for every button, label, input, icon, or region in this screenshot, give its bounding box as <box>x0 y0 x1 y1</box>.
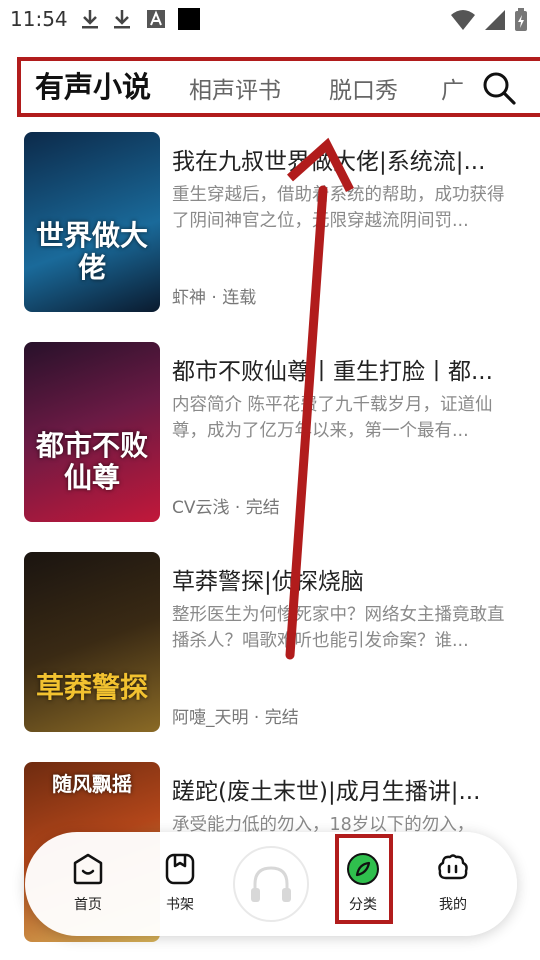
book-item[interactable]: 都市不败仙尊 都市不败仙尊丨重生打脸丨都... 内容简介 陈平花费了九千载岁月，… <box>0 330 540 522</box>
book-description: 内容简介 陈平花费了九千载岁月，证道仙尊，成为了亿万年以来，第一个最有... <box>172 395 493 441</box>
book-cover[interactable]: 草莽警探 <box>24 552 160 732</box>
status-right-icons <box>450 8 528 32</box>
search-icon[interactable] <box>482 71 516 105</box>
book-status: 完结 <box>245 498 280 518</box>
book-description: 整形医生为何惨死家中？网络女主播竟敢直播杀人？唱歌难听也能引发命案？谁... <box>172 605 505 651</box>
cover-title: 随风飘摇 <box>52 772 132 796</box>
book-item[interactable]: 草莽警探 草莽警探|侦探烧脑 整形医生为何惨死家中？网络女主播竟敢直播杀人？唱歌… <box>0 540 540 732</box>
book-description: 重生穿越后，借助着系统的帮助，成功获得了阴间神官之位，无限穿越流阴间罚... <box>172 185 505 231</box>
status-time: 11:54 <box>10 7 68 31</box>
profile-icon <box>438 854 468 880</box>
book-cover[interactable]: 世界做大佬 <box>24 132 160 312</box>
tab-more[interactable]: 广 <box>441 65 464 113</box>
home-icon <box>73 853 103 885</box>
tab-crosstalk[interactable]: 相声评书 <box>189 65 281 113</box>
bottom-nav: 首页 书架 分类 我的 <box>25 832 517 936</box>
headphones-icon <box>251 866 291 902</box>
signal-icon <box>485 10 505 30</box>
book-meta: 虾神 · 连载 <box>172 288 257 308</box>
nav-home-label: 首页 <box>74 897 102 913</box>
book-author: CV云浅 <box>172 498 230 518</box>
cover-title: 草莽警探 <box>35 671 148 704</box>
book-status: 连载 <box>222 288 257 308</box>
nav-profile-label: 我的 <box>439 897 467 913</box>
cover-title: 都市不败仙尊 <box>35 429 148 494</box>
bookshelf-icon <box>165 853 195 885</box>
book-cover[interactable]: 都市不败仙尊 <box>24 342 160 522</box>
nav-bookshelf-label: 书架 <box>166 897 194 913</box>
book-item[interactable]: 世界做大佬 我在九叔世界做大佬|系统流|... 重生穿越后，借助着系统的帮助，成… <box>0 120 540 312</box>
book-status: 完结 <box>264 708 299 728</box>
book-title[interactable]: 都市不败仙尊丨重生打脸丨都... <box>172 352 517 386</box>
book-title[interactable]: 我在九叔世界做大佬|系统流|... <box>172 142 517 176</box>
book-meta: 阿嚏_天明 · 完结 <box>172 708 299 728</box>
book-title[interactable]: 草莽警探|侦探烧脑 <box>172 562 517 596</box>
black-square-icon <box>178 8 200 30</box>
wifi-icon <box>451 10 475 30</box>
category-highlight-box <box>335 834 393 924</box>
book-title[interactable]: 蹉跎(废土末世)|成月生播讲|... <box>172 772 517 806</box>
player-button[interactable] <box>233 846 309 922</box>
a-icon <box>147 10 165 28</box>
nav-home[interactable]: 首页 <box>56 852 120 914</box>
category-tabs: 有声小说 相声评书 脱口秀 广 <box>17 57 540 117</box>
cover-title: 世界做大佬 <box>35 219 148 284</box>
book-meta: CV云浅 · 完结 <box>172 498 280 518</box>
book-author: 阿嚏_天明 <box>172 708 249 728</box>
nav-profile[interactable]: 我的 <box>421 852 485 914</box>
download-icon <box>114 10 130 29</box>
status-bar: 11:54 <box>0 0 540 40</box>
battery-icon <box>515 8 527 31</box>
book-author: 虾神 <box>172 288 206 308</box>
nav-bookshelf[interactable]: 书架 <box>148 852 212 914</box>
tab-audio-novel[interactable]: 有声小说 <box>35 61 151 113</box>
tab-talk-show[interactable]: 脱口秀 <box>329 65 398 113</box>
download-icon <box>82 10 98 29</box>
